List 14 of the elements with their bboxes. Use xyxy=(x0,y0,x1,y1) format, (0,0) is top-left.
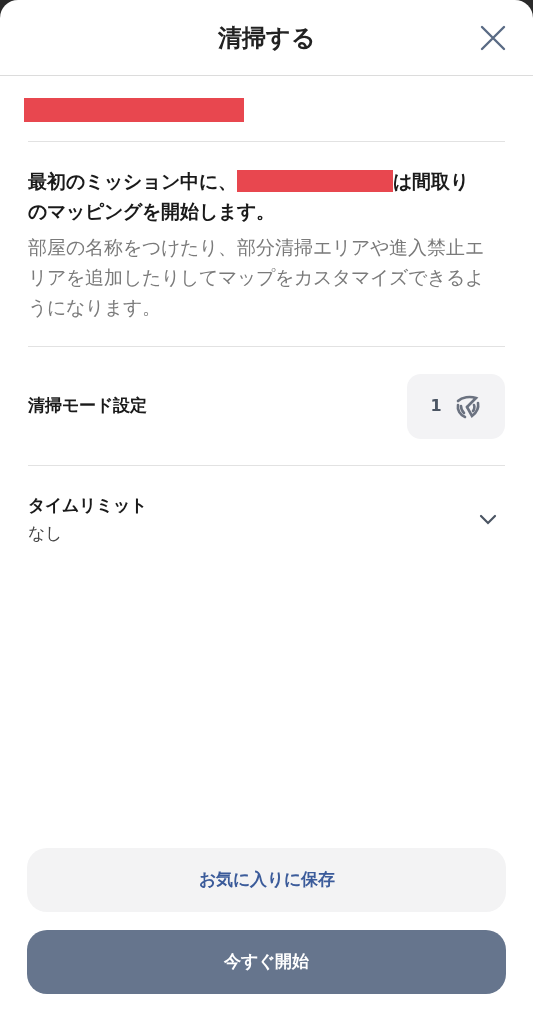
close-icon xyxy=(480,25,506,51)
save-favorite-button[interactable]: お気に入りに保存 xyxy=(27,848,506,912)
time-limit-label: タイムリミット xyxy=(28,494,147,517)
intro-heading-end: は間取り xyxy=(393,169,469,194)
time-limit-value: なし xyxy=(28,522,63,545)
intro-heading-start: 最初のミッション中に、 xyxy=(28,169,237,194)
dialog-title: 清掃する xyxy=(217,22,316,54)
intro-heading-line: のマッピングを開始します。 xyxy=(28,199,275,224)
time-limit-row[interactable]: タイムリミット なし xyxy=(0,466,533,548)
cleaning-mode-button[interactable]: 1 xyxy=(407,373,505,439)
start-button[interactable]: 今すぐ開始 xyxy=(27,930,506,994)
intro-description: 部屋の名称をつけたり、部分清掃エリアや進入禁止エリアを追加したりしてマップをカスタマイズできるようになります。 xyxy=(28,235,485,320)
close-button[interactable] xyxy=(479,24,507,52)
cleaning-mode-label: 清掃モード設定 xyxy=(28,394,147,418)
